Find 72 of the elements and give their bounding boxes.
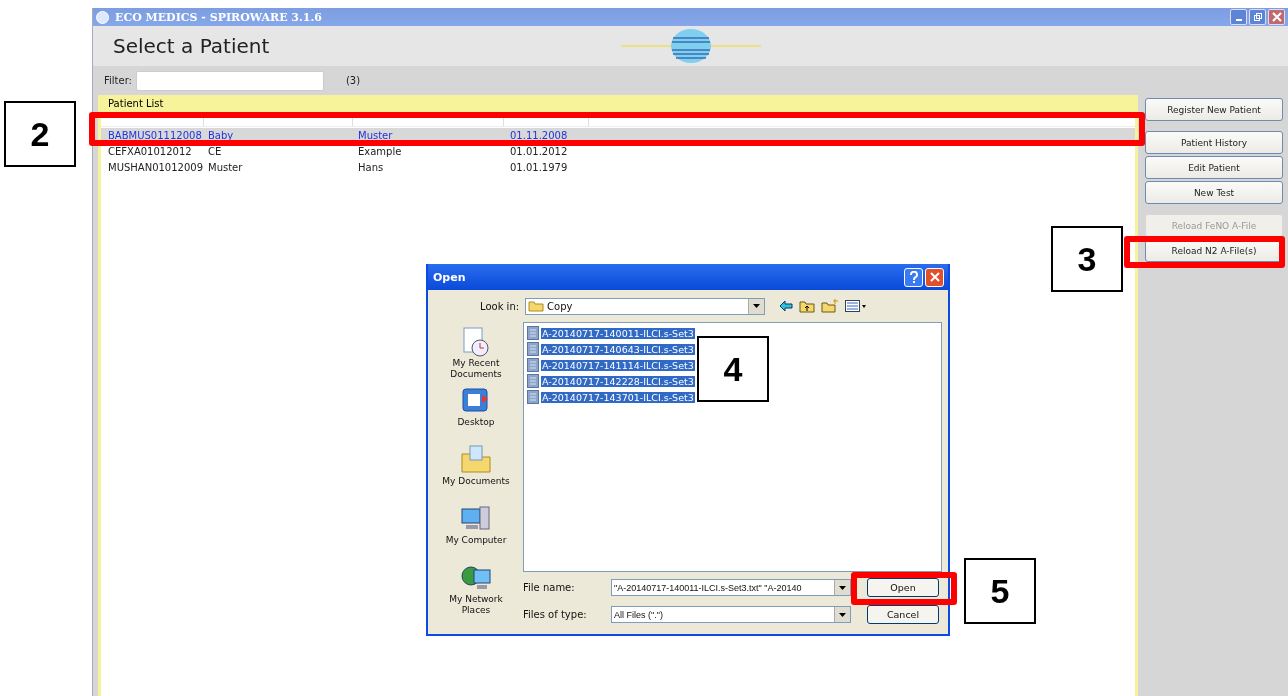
table-cell-text: Muster	[208, 162, 244, 173]
caret-icon	[839, 612, 846, 617]
table-cell-text: Baby	[208, 130, 235, 141]
table-cell-text: CEFXA01012012	[108, 146, 193, 157]
file-name-label: File name:	[523, 582, 576, 593]
app-logo-icon	[96, 10, 109, 24]
place-label[interactable]: My Documents	[436, 476, 516, 487]
file-item[interactable]: A-20140717-140011-ILCI.s-Set3	[541, 327, 695, 339]
table-cell-text: CE	[208, 146, 223, 157]
cancel-button[interactable]: Cancel	[867, 605, 939, 624]
caret-icon	[753, 304, 761, 308]
table-cell-text: 01.11.2008	[510, 130, 569, 141]
patient-count: (3)	[345, 75, 361, 86]
dialog-title: Open	[433, 270, 466, 284]
place-label[interactable]: My Network Places	[436, 594, 516, 616]
folder-icon	[528, 300, 545, 312]
open-button[interactable]: Open	[867, 578, 939, 597]
file-icon	[527, 342, 539, 356]
view-menu-icon[interactable]	[845, 300, 868, 312]
help-button[interactable]	[904, 267, 923, 287]
table-cell-text: BABMUS01112008	[108, 130, 203, 141]
file-icon	[527, 358, 539, 372]
table-cell-text: Example	[358, 146, 403, 157]
table-cell-text: 01.01.1979	[510, 162, 569, 173]
caret-icon	[839, 585, 846, 590]
close-icon	[929, 272, 940, 282]
action-button[interactable]: Register New Patient	[1145, 98, 1283, 121]
step-number: 5	[964, 558, 1036, 624]
action-button[interactable]: New Test	[1145, 181, 1283, 204]
filter-label: Filter:	[104, 75, 132, 86]
table-cell-text: Hans	[358, 162, 385, 173]
action-button[interactable]: Patient History	[1145, 131, 1283, 154]
look-in-dropdown[interactable]: Copy	[525, 297, 766, 315]
clock-document-icon[interactable]	[460, 326, 492, 358]
restore-icon	[1252, 12, 1263, 22]
close-button[interactable]	[1268, 9, 1285, 25]
window-title: ECO MEDICS - SPIROWARE 3.1.6	[115, 10, 322, 24]
file-icon	[527, 374, 539, 388]
patient-row[interactable]: CEFXA01012012 CE Example 01.01.2012	[101, 144, 1135, 159]
patient-row[interactable]: MUSHAN01012009 Muster Hans 01.01.1979	[101, 160, 1135, 175]
logo-icon	[621, 26, 761, 66]
step-number: 3	[1051, 226, 1123, 292]
table-cell-text: MUSHAN01012009	[108, 162, 205, 173]
table-cell-text: 01.01.2012	[510, 146, 569, 157]
look-in-label: Look in:	[480, 300, 520, 312]
step-number: 2	[4, 101, 76, 167]
up-folder-icon[interactable]	[799, 299, 816, 313]
help-icon	[908, 271, 919, 283]
filter-field[interactable]	[135, 70, 324, 91]
file-type-dropdown[interactable]: All Files (".")	[611, 606, 851, 623]
file-icon	[527, 390, 539, 404]
place-label[interactable]: My Computer	[436, 535, 516, 546]
step-number: 4	[697, 336, 769, 402]
place-label[interactable]: My Recent Documents	[436, 358, 516, 380]
file-name-field[interactable]: "A-20140717-140011-ILCI.s-Set3.txt" "A-20140	[611, 579, 851, 596]
file-item[interactable]: A-20140717-141114-ILCI.s-Set3	[541, 359, 695, 371]
back-icon[interactable]	[779, 300, 794, 312]
table-cell-text: Muster	[358, 130, 394, 141]
file-item[interactable]: A-20140717-142228-ILCI.s-Set3	[541, 375, 695, 387]
file-item[interactable]: A-20140717-143701-ILCI.s-Set3	[541, 391, 695, 403]
minimize-icon	[1235, 19, 1242, 21]
file-icon	[527, 326, 539, 340]
file-type-label: Files of type:	[523, 609, 588, 620]
file-item[interactable]: A-20140717-140643-ILCI.s-Set3	[541, 343, 695, 355]
minimize-button[interactable]	[1230, 9, 1247, 25]
panel-title: Patient List	[101, 95, 1135, 112]
restore-button[interactable]	[1249, 9, 1266, 25]
action-button[interactable]: Edit Patient	[1145, 156, 1283, 179]
place-label[interactable]: Desktop	[436, 417, 516, 428]
close-icon	[1271, 12, 1282, 22]
page-title: Select a Patient	[113, 34, 270, 58]
new-folder-icon[interactable]	[821, 299, 840, 313]
